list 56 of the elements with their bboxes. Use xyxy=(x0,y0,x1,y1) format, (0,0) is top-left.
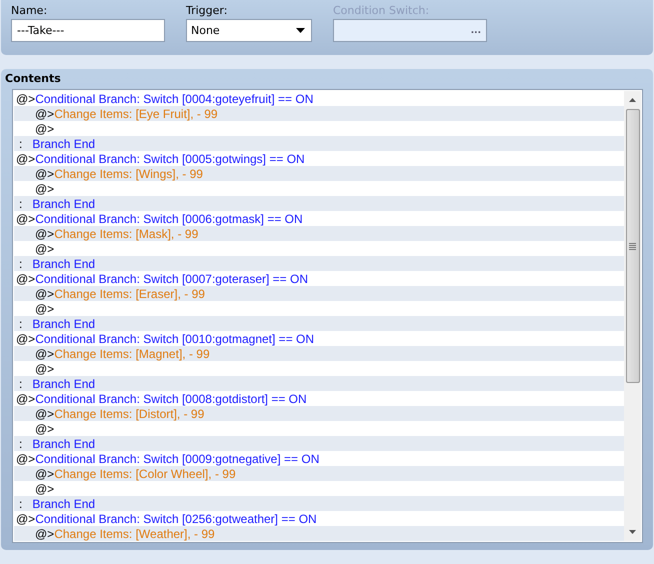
command-row[interactable]: : Branch End xyxy=(14,256,624,271)
command-row[interactable]: @>Change Items: [Color Wheel], - 99 xyxy=(14,466,624,481)
command-row[interactable]: : Branch End xyxy=(14,376,624,391)
command-row[interactable]: @>Change Items: [Weather], - 99 xyxy=(14,526,624,541)
command-text: @>Change Items: [Mask], - 99 xyxy=(34,226,198,240)
command-text: : Branch End xyxy=(18,436,96,450)
command-text: @>Conditional Branch: Switch [0008:gotdistort] == ON xyxy=(15,392,307,406)
command-row[interactable]: @>Change Items: [Magnet], - 99 xyxy=(14,346,624,361)
command-text: @> xyxy=(34,362,54,376)
command-text: @>Conditional Branch: Switch [0004:goteyefruit] == ON xyxy=(15,92,314,106)
vertical-scrollbar[interactable] xyxy=(624,91,641,541)
command-row[interactable]: : Branch End xyxy=(14,136,624,151)
scroll-thumb[interactable] xyxy=(626,109,640,383)
command-text: : Branch End xyxy=(18,496,96,510)
command-text: @> xyxy=(34,122,54,136)
command-row[interactable]: @>Change Items: [Mask], - 99 xyxy=(14,226,624,241)
command-text: @>Conditional Branch: Switch [0007:goteraser] == ON xyxy=(15,272,308,286)
dropdown-arrow-icon xyxy=(296,28,305,33)
command-text: @> xyxy=(34,482,54,496)
command-row[interactable]: @>Change Items: [Eye Fruit], - 99 xyxy=(14,106,624,121)
command-text: @>Conditional Branch: Switch [0005:gotwings] == ON xyxy=(15,152,305,166)
command-text: : Branch End xyxy=(18,256,96,270)
command-row[interactable]: : Branch End xyxy=(14,316,624,331)
command-text: @>Conditional Branch: Switch [0009:gotnegative] == ON xyxy=(15,452,320,466)
name-label: Name: xyxy=(11,4,48,17)
trigger-label: Trigger: xyxy=(186,4,228,17)
name-field[interactable]: ---Take--- xyxy=(11,19,165,42)
trigger-dropdown[interactable]: None xyxy=(186,19,312,42)
command-text: @> xyxy=(34,422,54,436)
command-text: @>Change Items: [Color Wheel], - 99 xyxy=(34,466,236,480)
grip-icon xyxy=(629,242,636,250)
command-text: @> xyxy=(34,182,54,196)
scroll-down-icon[interactable] xyxy=(629,530,636,534)
scroll-up-icon[interactable] xyxy=(629,98,636,102)
command-text: @>Change Items: [Wings], - 99 xyxy=(34,166,203,180)
command-text: @>Change Items: [Eye Fruit], - 99 xyxy=(34,106,218,120)
command-text: @>Change Items: [Weather], - 99 xyxy=(34,526,215,540)
command-row[interactable]: : Branch End xyxy=(14,196,624,211)
command-text: @>Conditional Branch: Switch [0006:gotmask] == ON xyxy=(15,212,303,226)
command-text: @> xyxy=(34,302,54,316)
command-text: @>Conditional Branch: Switch [0010:gotmagnet] == ON xyxy=(15,332,314,346)
command-text: @>Conditional Branch: Switch [0256:gotweather] == ON xyxy=(15,512,317,526)
command-text: : Branch End xyxy=(18,376,96,390)
command-text: @> xyxy=(34,242,54,256)
command-text: : Branch End xyxy=(18,136,96,150)
command-row[interactable]: @>Change Items: [Eraser], - 99 xyxy=(14,286,624,301)
command-text: @>Change Items: [Magnet], - 99 xyxy=(34,346,210,360)
contents-title: Contents xyxy=(5,71,62,87)
command-text: : Branch End xyxy=(18,316,96,330)
command-text: : Branch End xyxy=(18,196,96,210)
command-row[interactable]: : Branch End xyxy=(14,436,624,451)
command-row[interactable]: : Branch End xyxy=(14,496,624,511)
command-text: @>Change Items: [Distort], - 99 xyxy=(34,406,204,420)
command-row[interactable]: @>Change Items: [Wings], - 99 xyxy=(14,166,624,181)
command-text: @>Change Items: [Eraser], - 99 xyxy=(34,286,205,300)
command-row[interactable]: @>Change Items: [Distort], - 99 xyxy=(14,406,624,421)
